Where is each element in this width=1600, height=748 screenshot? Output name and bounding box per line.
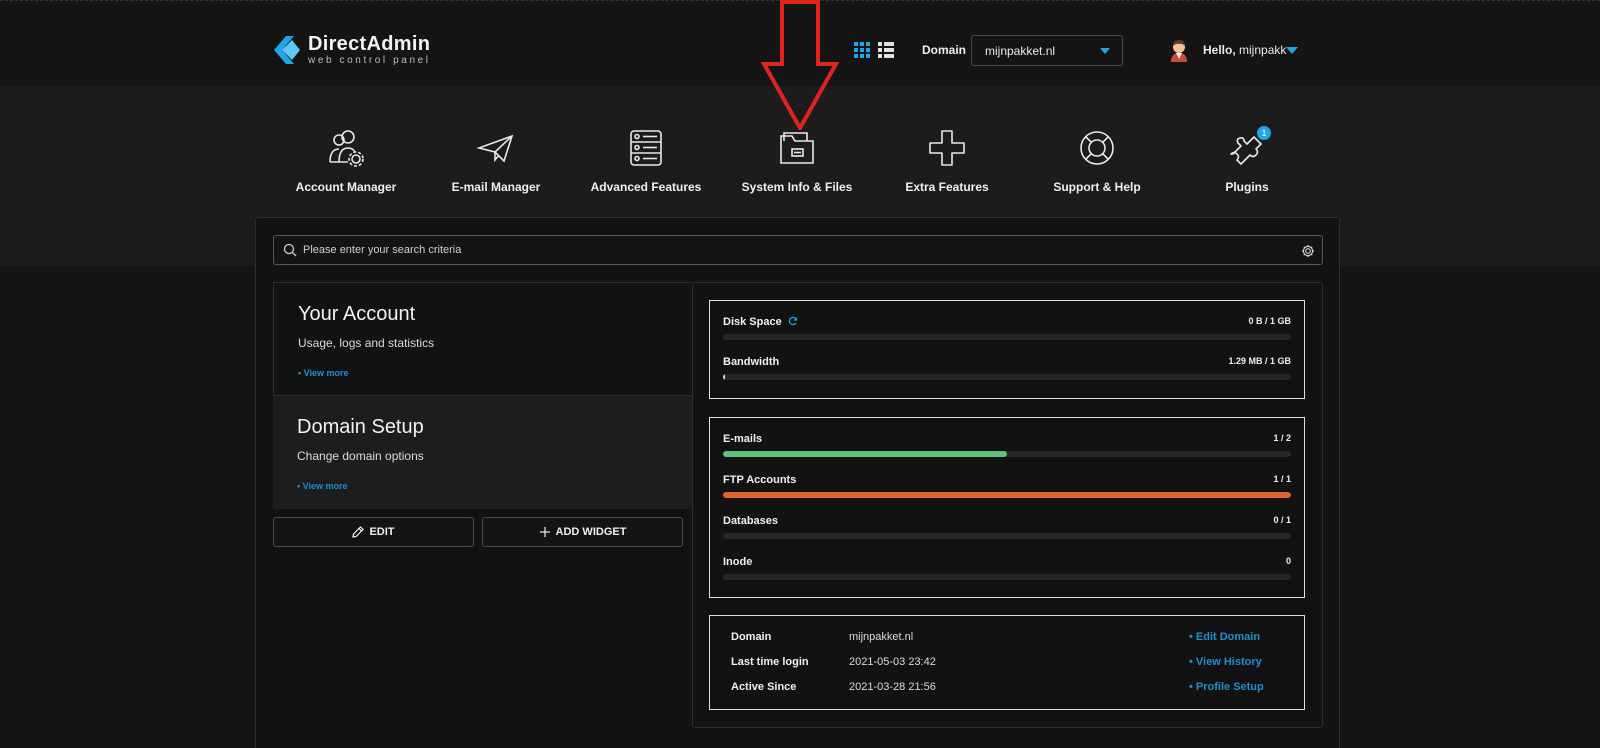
chevron-down-icon [1100, 48, 1110, 54]
hello-username: mijnpakk [1239, 43, 1287, 57]
menu-label: E-mail Manager [451, 180, 541, 194]
menu-label: Extra Features [905, 180, 989, 194]
ftp-accounts-stat: FTP Accounts 1 / 1 [723, 474, 1291, 504]
info-key: Last time login [731, 656, 809, 668]
menu-label: Advanced Features [590, 180, 702, 194]
stat-name: Inode [723, 556, 753, 568]
account-info-box: Domain mijnpakket.nl • Edit Domain Last … [709, 615, 1305, 710]
stat-value: 0 B / 1 GB [1248, 316, 1291, 326]
stat-value: 0 [1285, 556, 1291, 566]
bandwidth-stat: Bandwidth 1.29 MB / 1 GB [723, 356, 1291, 386]
add-widget-button-label: ADD WIDGET [555, 526, 627, 538]
search-icon [283, 243, 297, 257]
top-bar [0, 0, 1600, 86]
grid-view-icon[interactable] [854, 42, 870, 58]
card-title: Your Account [298, 303, 416, 325]
info-row-active-since: Active Since 2021-03-28 21:56 • Profile … [731, 681, 1291, 697]
progress-fill [723, 374, 725, 380]
stat-name: Databases [723, 515, 779, 527]
card-subtitle: Change domain options [297, 449, 424, 463]
logo-icon [274, 36, 300, 64]
card-subtitle: Usage, logs and statistics [298, 336, 435, 350]
inode-stat: Inode 0 [723, 556, 1291, 586]
stat-value: 1 / 2 [1273, 433, 1291, 443]
progress-track [723, 334, 1291, 340]
plus-icon [929, 130, 965, 166]
menu-item-extra-features[interactable]: Extra Features [872, 128, 1022, 194]
menu-label: Support & Help [1053, 180, 1141, 194]
usage-box: Disk Space 0 B / 1 GB Bandwidth 1.29 MB … [709, 300, 1305, 399]
info-value: 2021-03-28 21:56 [849, 681, 936, 693]
view-more-link[interactable]: • View more [298, 368, 668, 378]
plugins-badge: 1 [1257, 126, 1271, 140]
main-menu: Account Manager E-mail Manager Advanced … [0, 126, 1600, 198]
menu-label: Account Manager [295, 180, 397, 194]
menu-item-plugins[interactable]: 1 Plugins [1172, 126, 1322, 194]
list-view-icon[interactable] [878, 42, 894, 58]
directadmin-logo[interactable]: DirectAdmin web control panel [272, 32, 431, 68]
user-greeting[interactable]: Hello, mijnpakk [1203, 43, 1286, 57]
stat-value: 1 / 1 [1273, 474, 1291, 484]
info-value: mijnpakket.nl [849, 631, 914, 643]
card-title: Domain Setup [297, 416, 424, 438]
stat-value: 0 / 1 [1273, 515, 1291, 525]
gear-icon[interactable] [1301, 244, 1315, 258]
server-stack-icon [630, 130, 662, 166]
domain-label: Domain [922, 43, 967, 57]
databases-stat: Databases 0 / 1 [723, 515, 1291, 545]
menu-label: System Info & Files [741, 180, 853, 194]
logo-name: DirectAdmin [308, 33, 431, 55]
search-bar[interactable] [273, 235, 1323, 265]
plus-small-icon [539, 527, 550, 537]
search-input[interactable] [303, 244, 1263, 256]
progress-track [723, 574, 1291, 580]
logo-subtitle: web control panel [308, 55, 431, 66]
stat-name: Bandwidth [723, 356, 780, 368]
info-key: Domain [731, 631, 772, 643]
view-more-link[interactable]: • View more [297, 481, 668, 491]
info-row-last-login: Last time login 2021-05-03 23:42 • View … [731, 656, 1291, 672]
limits-box: E-mails 1 / 2 FTP Accounts 1 / 1 Databas… [709, 417, 1305, 598]
lifebuoy-icon [1080, 131, 1114, 165]
progress-track [723, 492, 1291, 498]
hello-prefix: Hello, [1203, 43, 1236, 57]
domain-select[interactable]: mijnpakket.nl [971, 35, 1123, 66]
menu-item-system-info-files[interactable]: System Info & Files [722, 128, 872, 194]
folder-icon [780, 132, 814, 164]
info-value: 2021-05-03 23:42 [849, 656, 936, 668]
emails-stat: E-mails 1 / 2 [723, 433, 1291, 463]
refresh-icon[interactable] [788, 316, 798, 326]
add-widget-button[interactable]: ADD WIDGET [482, 517, 683, 547]
edit-button-label: EDIT [369, 526, 395, 538]
your-account-card[interactable]: Your Account Usage, logs and statistics … [273, 282, 692, 396]
progress-track [723, 533, 1291, 539]
edit-domain-link[interactable]: • Edit Domain [1189, 631, 1260, 643]
domain-select-value: mijnpakket.nl [985, 43, 1056, 58]
profile-setup-link[interactable]: • Profile Setup [1189, 681, 1264, 693]
account-manager-icon [329, 130, 364, 167]
view-history-link[interactable]: • View History [1189, 656, 1262, 668]
menu-item-support-help[interactable]: Support & Help [1022, 128, 1172, 194]
stat-name: Disk Space [723, 316, 782, 328]
stat-value: 1.29 MB / 1 GB [1228, 356, 1291, 366]
menu-item-account-manager[interactable]: Account Manager [271, 128, 421, 194]
paper-plane-icon [476, 134, 514, 163]
user-menu-chevron-icon[interactable] [1286, 47, 1298, 54]
stat-name: FTP Accounts [723, 474, 797, 486]
progress-fill [723, 492, 1291, 498]
info-row-domain: Domain mijnpakket.nl • Edit Domain [731, 631, 1291, 647]
progress-track [723, 451, 1291, 457]
info-key: Active Since [731, 681, 797, 693]
domain-setup-card[interactable]: Domain Setup Change domain options • Vie… [273, 396, 692, 509]
menu-label: Plugins [1225, 180, 1269, 194]
pencil-icon [352, 526, 365, 538]
menu-item-email-manager[interactable]: E-mail Manager [421, 128, 571, 194]
progress-track [723, 374, 1291, 380]
edit-button[interactable]: EDIT [273, 517, 474, 547]
progress-fill [723, 451, 1007, 457]
stat-name: E-mails [723, 433, 763, 445]
avatar-icon[interactable] [1168, 38, 1190, 62]
menu-item-advanced-features[interactable]: Advanced Features [571, 128, 721, 194]
disk-space-stat: Disk Space 0 B / 1 GB [723, 316, 1291, 346]
